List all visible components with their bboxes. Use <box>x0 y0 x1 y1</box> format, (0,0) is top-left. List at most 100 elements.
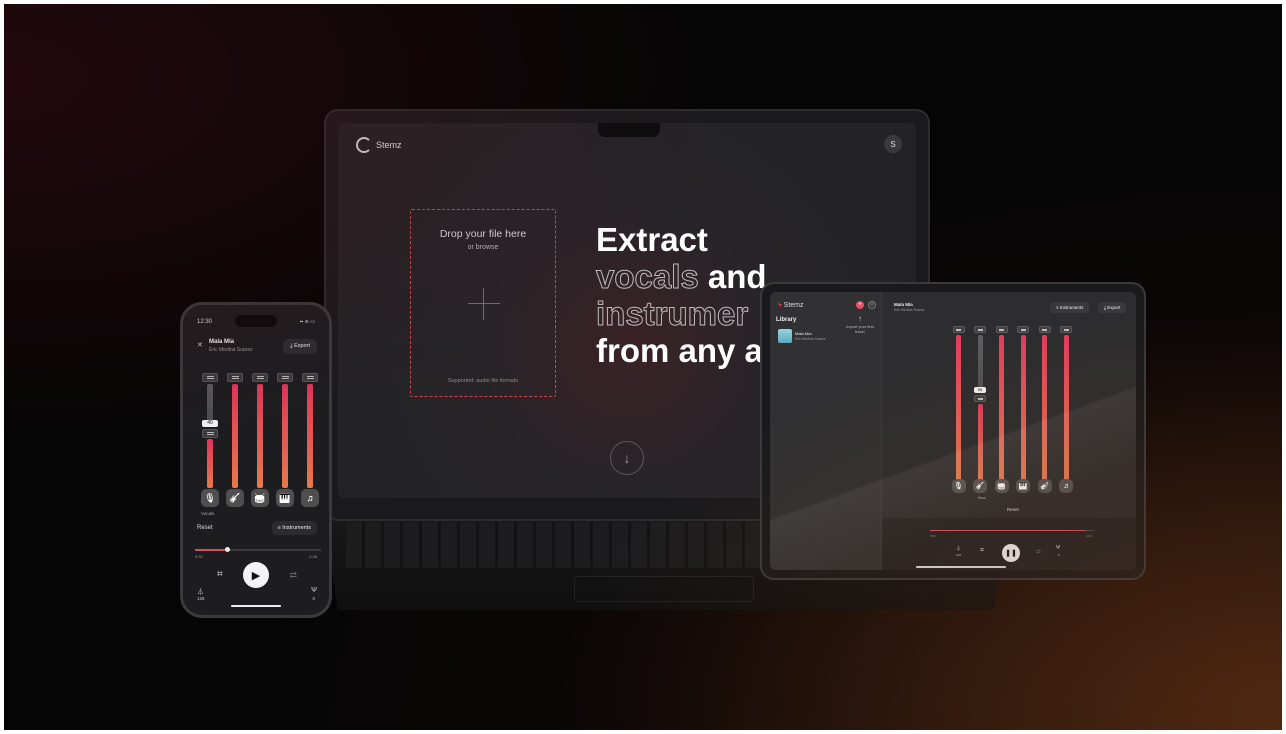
fader-top-handle[interactable] <box>1038 326 1051 333</box>
library-sidebar: ϟ Stemz + ⚙ ↑ Import your first track! L… <box>770 292 882 570</box>
metronome-icon[interactable]: ⏃ <box>956 545 961 552</box>
progress-scrubber[interactable] <box>224 547 230 552</box>
fader-top-handle[interactable] <box>227 373 243 382</box>
violin-icon[interactable]: 🎻 <box>1037 479 1052 493</box>
fader-level-handle[interactable] <box>974 395 986 403</box>
browse-link[interactable]: or browse <box>411 244 555 251</box>
fader-top-handle[interactable] <box>1017 326 1029 333</box>
loop-icon[interactable]: ⇄ <box>1036 548 1041 555</box>
trim-icon[interactable]: ⌗ <box>980 547 984 555</box>
instruments-label: Instruments <box>1059 305 1084 310</box>
piano-icon[interactable]: 🎹 <box>276 489 294 507</box>
arrow-down-icon: ↓ <box>623 450 631 466</box>
dynamic-island <box>235 315 277 327</box>
export-button[interactable]: ⤓ Export <box>283 339 317 354</box>
export-button[interactable]: ⤓ Export <box>1098 302 1127 313</box>
stemz-logo-icon <box>356 137 372 153</box>
guitar-icon[interactable]: 🎸 <box>226 489 244 507</box>
fader-top-handle[interactable] <box>1060 326 1072 333</box>
bpm-value: 126 <box>197 596 205 601</box>
trim-icon[interactable]: ⌗ <box>217 569 223 580</box>
laptop-trackpad <box>574 576 754 602</box>
fader-level-fill[interactable] <box>977 404 983 481</box>
music-notes-icon[interactable]: ♫ <box>301 489 319 507</box>
fader-level-fill[interactable] <box>207 438 213 488</box>
tuning-fork-icon[interactable]: Ψ <box>311 587 317 594</box>
fader-level-fill[interactable] <box>956 335 961 481</box>
instruments-label: Instruments <box>282 525 311 531</box>
fader-level-fill[interactable] <box>999 335 1004 481</box>
status-time: 12:30 <box>197 319 213 325</box>
dropzone-title: Drop your file here <box>439 228 527 240</box>
music-notes-icon[interactable]: ♫ <box>1059 479 1073 493</box>
guitar-icon[interactable]: 🎸 <box>973 479 987 493</box>
home-indicator <box>916 566 1006 568</box>
gear-icon[interactable]: ⚙ <box>868 301 876 309</box>
album-art[interactable] <box>778 329 792 343</box>
scroll-down-button[interactable]: ↓ <box>610 441 644 475</box>
pause-button[interactable]: ❚❚ <box>1002 544 1020 562</box>
fader-top-handle[interactable] <box>277 373 293 382</box>
playback-progress-bar[interactable] <box>930 530 1094 531</box>
fader-top-handle[interactable] <box>995 326 1008 333</box>
fader-top-handle[interactable] <box>302 373 318 382</box>
fader-level-fill[interactable] <box>1042 335 1047 481</box>
time-elapsed: 0:32 <box>195 554 203 559</box>
brand-name: ϟ Stemz <box>778 302 804 309</box>
home-indicator <box>231 605 281 607</box>
fader-value-badge: 40 <box>202 419 218 427</box>
instruments-button[interactable]: ≡ Instruments <box>1050 302 1090 313</box>
selected-stem-label: Bass <box>978 496 986 500</box>
play-button[interactable]: ▶ <box>243 562 269 588</box>
fader-top-handle[interactable] <box>974 326 986 333</box>
tuning-fork-icon[interactable]: Ψ <box>1056 545 1060 551</box>
piano-icon[interactable]: 🎹 <box>1016 479 1030 493</box>
fader-level-fill[interactable] <box>1063 335 1069 481</box>
library-heading: Library <box>776 317 797 323</box>
supported-formats-text: Supported: audio file formats <box>447 378 519 384</box>
track-title: Mala Mía <box>209 339 235 345</box>
playback-progress-bar[interactable] <box>195 547 321 552</box>
user-avatar[interactable]: S <box>884 135 902 153</box>
hero-heading: Extract vocals and instrumer from any a <box>596 221 767 369</box>
file-dropzone[interactable]: Drop your file here or browse Supported:… <box>410 209 556 397</box>
play-icon: ▶ <box>251 569 261 582</box>
microphone-icon[interactable]: 🎙 <box>201 489 219 507</box>
fader-level-fill[interactable] <box>257 384 263 488</box>
fader-level-fill[interactable] <box>232 384 238 488</box>
close-icon[interactable]: ✕ <box>197 341 203 349</box>
player-bar: 0:00 3:00 ⏃ 126 ⌗ ❚❚ ⇄ Ψ 0 <box>882 518 1136 570</box>
fader-value-badge: 58 <box>974 387 986 394</box>
microphone-icon[interactable]: 🎙 <box>951 479 966 493</box>
reset-button[interactable]: Reset <box>1007 507 1019 512</box>
hero-word-and: and <box>698 258 767 295</box>
drum-icon[interactable]: 🥁 <box>251 489 269 507</box>
fader-track[interactable] <box>977 335 983 394</box>
track-artist: Eric Medina Suarez <box>209 347 253 353</box>
fader-top-handle[interactable] <box>952 326 965 333</box>
hero-line-4: from any a <box>596 332 763 369</box>
fader-top-handle[interactable] <box>252 373 268 382</box>
fader-level-fill[interactable] <box>1020 335 1026 481</box>
arrow-up-icon: ↑ <box>858 314 862 323</box>
fader-level-fill[interactable] <box>307 384 313 488</box>
fader-level-handle[interactable] <box>202 428 218 438</box>
pitch-value: 0 <box>312 596 315 601</box>
loop-icon[interactable]: ⇄ <box>289 570 297 581</box>
camera-notch <box>598 123 660 137</box>
progress-fill <box>930 530 1086 531</box>
pause-icon: ❚❚ <box>1005 550 1017 557</box>
hero-line-1: Extract <box>596 221 708 258</box>
brand-logo-link[interactable]: Stemz <box>356 137 402 153</box>
phone: 12:30 ▪▪ ≋ ▭ ✕ Mala Mía Eric Medina Suar… <box>180 302 332 618</box>
fader-level-fill[interactable] <box>282 384 288 488</box>
instruments-button[interactable]: ≡ Instruments <box>271 521 317 535</box>
reset-button[interactable]: Reset <box>197 525 213 531</box>
showcase-stage: Stemz S Drop your file here or browse Su… <box>4 4 1282 730</box>
drum-icon[interactable]: 🥁 <box>994 479 1009 493</box>
add-track-button[interactable]: + <box>856 301 864 309</box>
brand-name: Stemz <box>376 140 402 150</box>
pitch-value: 0 <box>1058 553 1060 557</box>
fader-top-handle[interactable] <box>202 373 218 382</box>
library-item-title[interactable]: Mala Mía <box>795 331 811 336</box>
